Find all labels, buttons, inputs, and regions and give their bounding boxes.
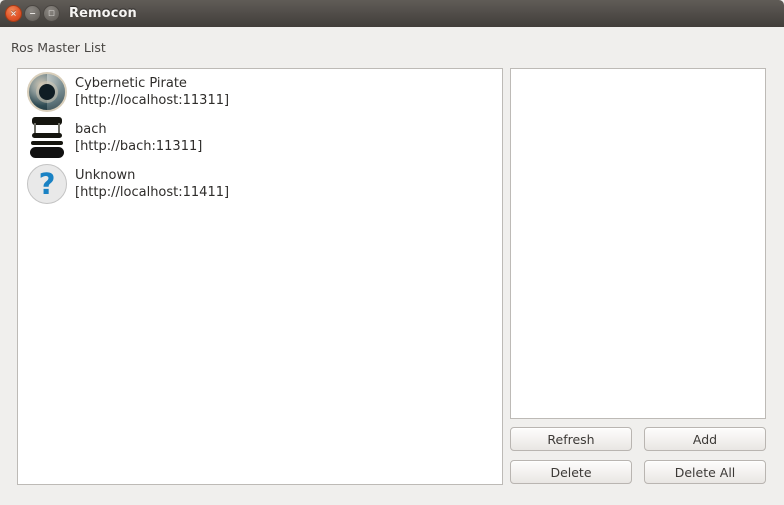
list-item-name: Cybernetic Pirate (75, 75, 229, 92)
list-item-name: bach (75, 121, 202, 138)
section-label: Ros Master List (11, 40, 106, 55)
list-item[interactable]: ? Unknown [http://localhost:11411] (18, 161, 502, 207)
add-button[interactable]: Add (644, 427, 766, 451)
list-item-uri: [http://bach:11311] (75, 138, 202, 155)
maximize-glyph: □ (48, 10, 55, 17)
ros-master-list-panel[interactable]: Cybernetic Pirate [http://localhost:1131… (17, 68, 503, 485)
close-icon[interactable]: × (5, 5, 22, 22)
list-item-text: bach [http://bach:11311] (75, 121, 202, 155)
window-title: Remocon (69, 6, 137, 21)
delete-all-button[interactable]: Delete All (644, 460, 766, 484)
delete-button[interactable]: Delete (510, 460, 632, 484)
minimize-icon[interactable]: − (24, 5, 41, 22)
turtlebot-icon (25, 116, 69, 160)
remocon-window: × − □ Remocon Ros Master List Cybernetic… (0, 0, 784, 505)
list-item[interactable]: bach [http://bach:11311] (18, 115, 502, 161)
action-button-grid: Refresh Add Delete Delete All (510, 427, 766, 484)
window-titlebar: × − □ Remocon (0, 0, 784, 27)
window-controls: × − □ (5, 5, 60, 22)
maximize-icon[interactable]: □ (43, 5, 60, 22)
list-item-text: Cybernetic Pirate [http://localhost:1131… (75, 75, 229, 109)
question-mark-glyph: ? (27, 164, 67, 204)
minimize-glyph: − (29, 10, 36, 18)
detail-panel[interactable] (510, 68, 766, 419)
refresh-button[interactable]: Refresh (510, 427, 632, 451)
list-item-name: Unknown (75, 167, 229, 184)
list-item-uri: [http://localhost:11411] (75, 184, 229, 201)
question-mark-icon: ? (25, 162, 69, 206)
close-glyph: × (10, 10, 17, 18)
robot-emblem-icon (25, 70, 69, 114)
list-item-text: Unknown [http://localhost:11411] (75, 167, 229, 201)
list-item-uri: [http://localhost:11311] (75, 92, 229, 109)
list-item[interactable]: Cybernetic Pirate [http://localhost:1131… (18, 69, 502, 115)
